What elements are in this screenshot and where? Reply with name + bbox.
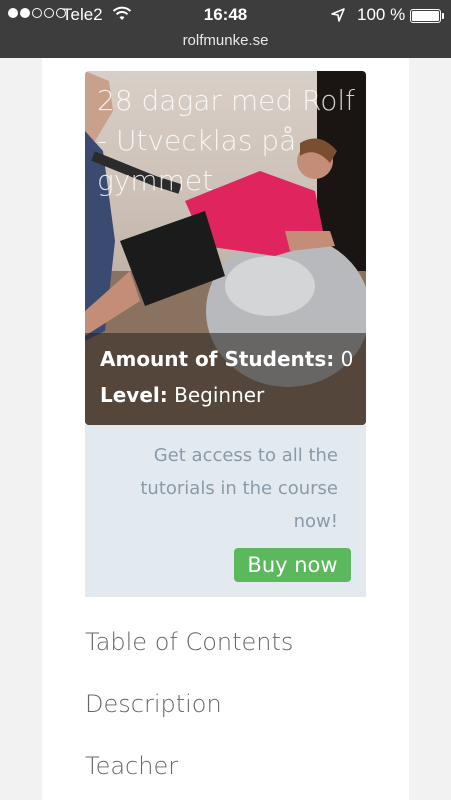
nav-table-of-contents[interactable]: Table of Contents xyxy=(85,628,293,656)
students-label: Amount of Students: xyxy=(100,347,335,371)
students-value: 0 xyxy=(340,347,354,371)
nav-teacher[interactable]: Teacher xyxy=(85,752,178,780)
status-bar: Tele2 16:48 100 % rolfmunke.se xyxy=(0,0,451,58)
address-bar[interactable]: rolfmunke.se xyxy=(0,32,451,49)
promo-text: Get access to all the tutorials in the c… xyxy=(140,445,338,532)
purchase-box: Get access to all the tutorials in the c… xyxy=(85,425,366,597)
battery-percentage: 100 % xyxy=(357,5,406,24)
course-title: 28 dagar med Rolf - Utvecklas på gymmet xyxy=(97,84,355,197)
level-label: Level: xyxy=(100,383,168,407)
level-line: Level: Beginner xyxy=(100,383,264,407)
students-line: Amount of Students: 0 xyxy=(100,347,353,371)
level-value: Beginner xyxy=(174,383,265,407)
buy-now-button[interactable]: Buy now xyxy=(234,548,351,582)
course-info-panel: Amount of Students: 0 Level: Beginner xyxy=(85,333,366,425)
nav-description[interactable]: Description xyxy=(85,690,222,718)
main-content: 28 dagar med Rolf - Utvecklas på gymmet … xyxy=(42,58,409,800)
location-arrow-icon xyxy=(330,7,346,28)
course-image[interactable]: 28 dagar med Rolf - Utvecklas på gymmet … xyxy=(85,71,366,425)
battery-icon xyxy=(410,9,444,23)
